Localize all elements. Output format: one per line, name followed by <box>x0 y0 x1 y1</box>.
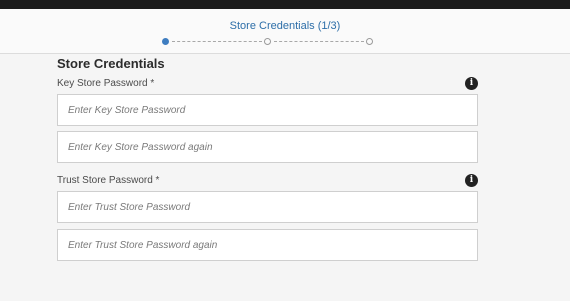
wizard-stepper <box>160 38 376 46</box>
key-store-password-label: Key Store Password * <box>57 78 155 89</box>
step-connector <box>274 41 364 42</box>
step-dot-1[interactable] <box>162 38 169 45</box>
trust-store-password-label: Trust Store Password * <box>57 175 160 186</box>
section-title: Store Credentials <box>57 56 165 71</box>
window-top-bar <box>0 0 570 9</box>
key-store-password-confirm-input[interactable] <box>57 131 478 163</box>
wizard-header: Store Credentials (1/3) <box>0 9 570 54</box>
info-icon[interactable]: i <box>465 174 478 187</box>
step-connector <box>172 41 262 42</box>
key-store-password-input[interactable] <box>57 94 478 126</box>
step-dot-3[interactable] <box>366 38 373 45</box>
info-icon[interactable]: i <box>465 77 478 90</box>
trust-store-password-input[interactable] <box>57 191 478 223</box>
step-dot-2[interactable] <box>264 38 271 45</box>
wizard-step-title: Store Credentials (1/3) <box>229 20 341 32</box>
trust-store-password-confirm-input[interactable] <box>57 229 478 261</box>
